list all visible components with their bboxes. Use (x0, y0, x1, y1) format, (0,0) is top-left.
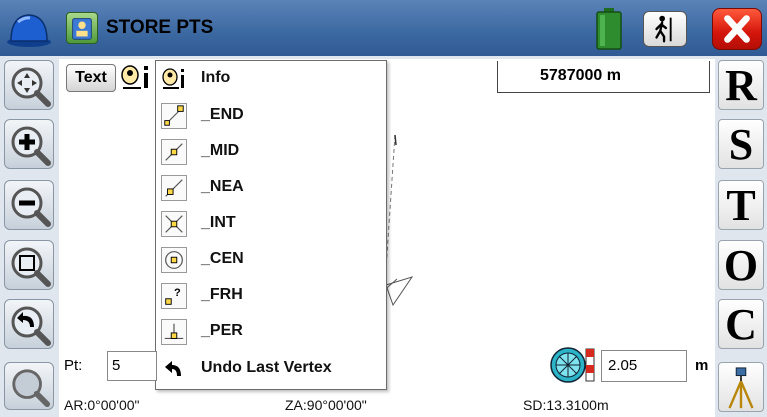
menu-item-int[interactable]: _INT (156, 206, 386, 242)
title-bar: STORE PTS (0, 0, 767, 56)
zoom-in-icon (11, 126, 51, 166)
zenith-angle-readout: ZA:90°00'00" (285, 397, 367, 413)
menu-item-mid[interactable]: _MID (156, 134, 386, 170)
svg-text:?: ? (174, 287, 181, 299)
menu-item-label: _MID (201, 142, 240, 159)
pan-magnifier-icon (11, 67, 51, 107)
menu-item-label: _INT (201, 214, 236, 231)
menu-item-per[interactable]: _PER (156, 314, 386, 350)
zoom-extents-icon (12, 369, 51, 408)
snap-mode-menu: Info _END _MID _NEA _INT _CEN ? _FRH _PE… (155, 60, 387, 390)
info-tool-button[interactable] (119, 63, 155, 93)
s-button[interactable]: S (718, 119, 764, 169)
text-toggle-button[interactable]: Text (66, 64, 116, 92)
menu-item-cen[interactable]: _CEN (156, 242, 386, 278)
menu-item-label: Undo Last Vertex (201, 359, 332, 376)
menu-item-label: _CEN (201, 250, 244, 267)
menu-item-label: _FRH (201, 286, 243, 303)
undo-icon (165, 361, 181, 376)
snap-center-icon (161, 247, 187, 273)
target-height-input[interactable]: 2.05 (601, 350, 687, 382)
zoom-window-icon (11, 247, 51, 287)
zoom-out-button[interactable] (4, 180, 54, 230)
menu-item-label: _NEA (201, 178, 244, 195)
menu-item-end[interactable]: _END (156, 98, 386, 134)
map-scale: 5787000 m (497, 61, 710, 93)
point-number-input[interactable]: 5 (107, 351, 157, 381)
zoom-window-button[interactable] (4, 240, 54, 290)
zoom-extents-button[interactable] (4, 362, 54, 410)
close-icon (724, 15, 750, 43)
menu-item-frh[interactable]: ? _FRH (156, 278, 386, 314)
menu-item-label: _END (201, 106, 244, 123)
close-button[interactable] (712, 8, 762, 50)
battery-icon (596, 8, 622, 50)
menu-item-undo-last-vertex[interactable]: Undo Last Vertex (156, 351, 386, 387)
walking-person-icon (655, 15, 672, 43)
target-button[interactable] (548, 346, 598, 384)
snap-intersection-icon (161, 211, 187, 237)
hardhat-icon[interactable] (6, 8, 52, 48)
menu-item-info[interactable]: Info (156, 61, 386, 97)
instrument-button[interactable] (718, 362, 764, 412)
pan-button[interactable] (4, 60, 54, 110)
zoom-out-icon (11, 187, 51, 227)
menu-item-nea[interactable]: _NEA (156, 170, 386, 206)
app-title: STORE PTS (106, 17, 214, 38)
zoom-previous-icon (11, 306, 51, 346)
slope-distance-readout: SD:13.3100m (523, 397, 609, 413)
menu-item-label: _PER (201, 322, 243, 339)
menu-item-label: Info (201, 69, 231, 86)
height-unit-label: m (695, 357, 709, 374)
r-button[interactable]: R (718, 60, 764, 110)
zoom-previous-button[interactable] (4, 299, 54, 349)
snap-from-here-icon: ? (161, 283, 187, 309)
snap-perpendicular-icon (161, 319, 187, 345)
prism-target-icon (550, 347, 595, 383)
snap-mid-icon (161, 139, 187, 165)
app-window: STORE PTS Text 5787000 m Info _END _MID … (0, 0, 767, 417)
store-points-app-icon (66, 12, 98, 44)
angle-right-readout: AR:0°00'00" (64, 397, 140, 413)
snap-nearest-icon (161, 175, 187, 201)
info-icon (162, 68, 184, 89)
zoom-in-button[interactable] (4, 119, 54, 169)
c-button[interactable]: C (718, 299, 764, 349)
info-icon (121, 65, 148, 89)
t-button[interactable]: T (718, 180, 764, 230)
point-label: Pt: (64, 357, 83, 374)
snap-end-icon (161, 103, 187, 129)
o-button[interactable]: O (718, 240, 764, 290)
tripod-icon (728, 367, 754, 409)
walk-mode-button[interactable] (643, 11, 687, 47)
